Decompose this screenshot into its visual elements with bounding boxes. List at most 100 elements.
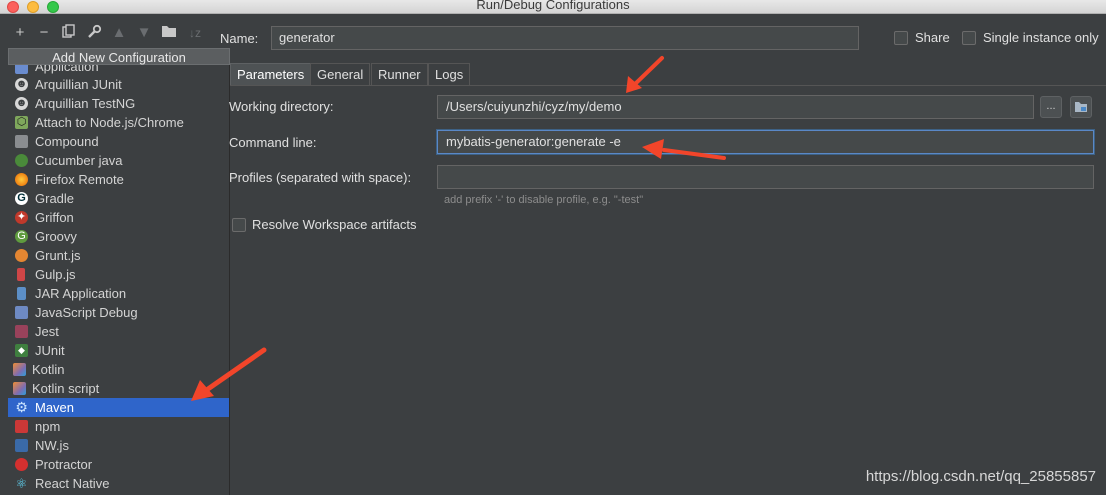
- working-directory-input[interactable]: /Users/cuiyunzhi/cyz/my/demo: [437, 95, 1034, 119]
- single-instance-checkbox[interactable]: [962, 31, 976, 45]
- profiles-label: Profiles (separated with space):: [229, 170, 412, 185]
- resolve-workspace-checkbox[interactable]: [232, 218, 246, 232]
- list-item-label: JAR Application: [35, 286, 127, 301]
- jest-icon: [15, 325, 28, 338]
- list-item-gulp[interactable]: Gulp.js: [8, 265, 229, 284]
- npm-icon: [15, 420, 28, 433]
- list-item-groovy[interactable]: G Groovy: [8, 227, 229, 246]
- application-icon: [15, 65, 28, 74]
- list-item-label: Maven: [35, 400, 75, 415]
- list-item-arquillian-testng[interactable]: ☻ Arquillian TestNG: [8, 94, 229, 113]
- module-folder-icon: [1075, 102, 1087, 112]
- tab-logs[interactable]: Logs: [428, 63, 471, 85]
- javascript-debug-icon: [15, 306, 28, 319]
- resolve-workspace-label: Resolve Workspace artifacts: [252, 217, 417, 232]
- groovy-icon: G: [15, 230, 28, 243]
- list-item-label: Attach to Node.js/Chrome: [35, 115, 184, 130]
- gradle-icon: G: [15, 192, 28, 205]
- list-item-kotlin[interactable]: Kotlin: [8, 360, 229, 379]
- name-input[interactable]: generator: [271, 26, 859, 50]
- list-item-label: Arquillian TestNG: [35, 96, 136, 111]
- arquillian-icon: ☻: [15, 97, 28, 110]
- list-item-nwjs[interactable]: NW.js: [8, 436, 229, 455]
- list-item-attach-nodejs[interactable]: ⬡ Attach to Node.js/Chrome: [8, 113, 229, 132]
- window-title: Run/Debug Configurations: [476, 0, 630, 12]
- configuration-editor: Name: generator Share Single instance on…: [220, 14, 1106, 495]
- tab-runner[interactable]: Runner: [371, 63, 428, 85]
- move-up-icon[interactable]: ▲: [110, 24, 128, 42]
- move-down-icon[interactable]: ▼: [135, 24, 153, 42]
- list-item-label: Gradle: [35, 191, 75, 206]
- nwjs-icon: [15, 439, 28, 452]
- list-item-firefox-remote[interactable]: Firefox Remote: [8, 170, 229, 189]
- griffon-icon: ✦: [15, 211, 28, 224]
- list-item-protractor[interactable]: Protractor: [8, 455, 229, 474]
- firefox-icon: [15, 173, 28, 186]
- grunt-icon: [15, 249, 28, 262]
- list-item-label: Application: [35, 65, 99, 74]
- list-item-arquillian-junit[interactable]: ☻ Arquillian JUnit: [8, 75, 229, 94]
- share-label: Share: [915, 30, 950, 45]
- list-item-label: Protractor: [35, 457, 93, 472]
- configuration-type-list: Application ☻ Arquillian JUnit ☻ Arquill…: [8, 65, 230, 495]
- list-item-grunt[interactable]: Grunt.js: [8, 246, 229, 265]
- list-item-jar-application[interactable]: JAR Application: [8, 284, 229, 303]
- profiles-input[interactable]: [437, 165, 1094, 189]
- list-item-npm[interactable]: npm: [8, 417, 229, 436]
- list-item-label: Jest: [35, 324, 59, 339]
- module-folder-button[interactable]: [1070, 96, 1092, 118]
- list-item-griffon[interactable]: ✦ Griffon: [8, 208, 229, 227]
- list-item-junit[interactable]: ◆ JUnit: [8, 341, 229, 360]
- command-line-label: Command line:: [229, 135, 317, 150]
- maven-gear-icon: ⚙: [15, 399, 28, 415]
- list-item-application[interactable]: Application: [8, 65, 229, 75]
- compound-icon: [15, 135, 28, 148]
- kotlin-icon: [13, 363, 26, 376]
- copy-icon[interactable]: [60, 24, 78, 42]
- list-item-label: Grunt.js: [35, 248, 81, 263]
- list-item-label: NW.js: [35, 438, 69, 453]
- gulp-icon: [17, 268, 25, 281]
- list-item-label: Kotlin script: [32, 381, 100, 396]
- config-toolbar: + − ▲ ▼ ↓z: [0, 14, 230, 48]
- list-item-label: Compound: [35, 134, 99, 149]
- kotlin-icon: [13, 382, 26, 395]
- list-item-label: JUnit: [35, 343, 65, 358]
- sort-icon[interactable]: ↓z: [186, 24, 204, 42]
- list-item-compound[interactable]: Compound: [8, 132, 229, 151]
- protractor-icon: [15, 458, 28, 471]
- list-item-label: npm: [35, 419, 61, 434]
- list-item-label: React Native: [35, 476, 110, 491]
- jar-icon: [17, 287, 26, 300]
- window-titlebar: Run/Debug Configurations: [0, 0, 1106, 14]
- list-item-label: Gulp.js: [35, 267, 76, 282]
- list-item-gradle[interactable]: G Gradle: [8, 189, 229, 208]
- wrench-icon[interactable]: [85, 24, 103, 42]
- folder-icon[interactable]: [160, 24, 178, 42]
- working-directory-label: Working directory:: [229, 99, 334, 114]
- remove-icon[interactable]: −: [35, 24, 53, 42]
- list-item-jest[interactable]: Jest: [8, 322, 229, 341]
- cucumber-icon: [15, 154, 28, 167]
- list-item-maven[interactable]: ⚙ Maven: [8, 398, 229, 417]
- list-item-label: Griffon: [35, 210, 74, 225]
- add-icon[interactable]: +: [11, 24, 29, 42]
- list-item-label: Firefox Remote: [35, 172, 124, 187]
- share-checkbox[interactable]: [894, 31, 908, 45]
- tab-general[interactable]: General: [310, 63, 371, 85]
- list-item-label: Arquillian JUnit: [35, 77, 122, 92]
- list-item-label: Groovy: [35, 229, 77, 244]
- list-item-cucumber-java[interactable]: Cucumber java: [8, 151, 229, 170]
- tab-parameters[interactable]: Parameters: [230, 63, 312, 85]
- browse-button[interactable]: ...: [1040, 96, 1062, 118]
- list-item-label: Kotlin: [32, 362, 65, 377]
- list-item-kotlin-script[interactable]: Kotlin script: [8, 379, 229, 398]
- nodejs-icon: ⬡: [15, 116, 28, 129]
- arquillian-icon: ☻: [15, 78, 28, 91]
- single-instance-label: Single instance only: [983, 30, 1099, 45]
- junit-icon: ◆: [15, 344, 28, 357]
- list-item-react-native[interactable]: ⚛ React Native: [8, 474, 229, 493]
- watermark: https://blog.csdn.net/qq_25855857: [865, 468, 1096, 485]
- list-item-javascript-debug[interactable]: JavaScript Debug: [8, 303, 229, 322]
- command-line-input[interactable]: mybatis-generator:generate -e: [437, 130, 1094, 154]
